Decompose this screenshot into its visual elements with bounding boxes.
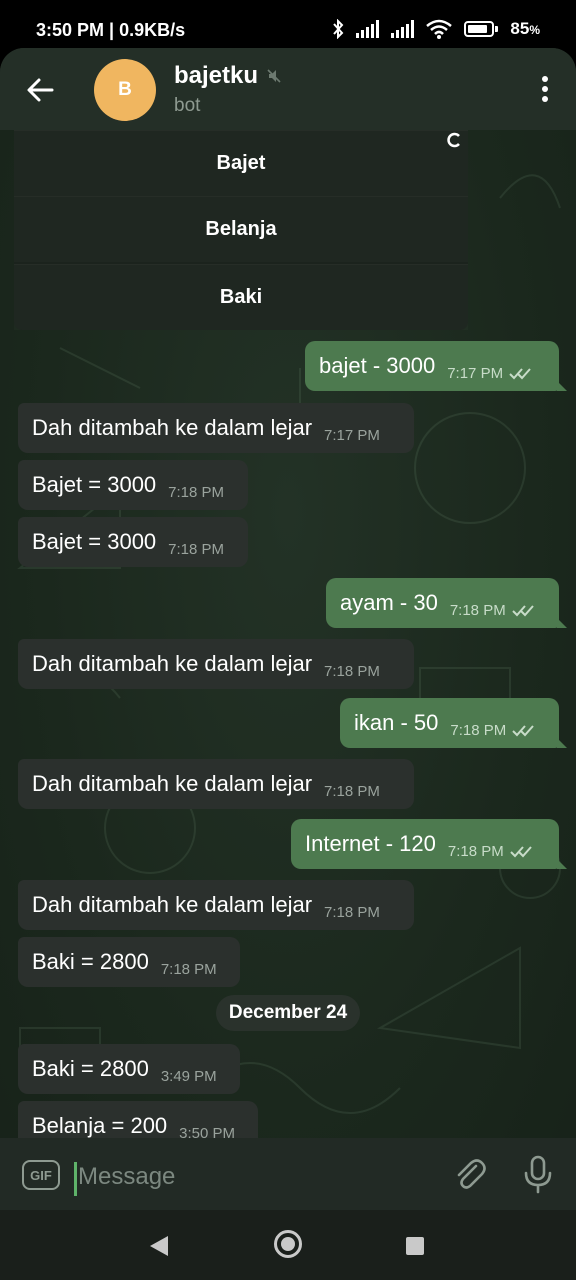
battery-level: 85% — [510, 19, 540, 38]
keyboard-button-bajet[interactable]: Bajet — [14, 130, 468, 196]
status-time: 3:50 PM | 0.9KB/s — [36, 20, 186, 40]
avatar[interactable]: B — [94, 59, 156, 121]
date-separator: December 24 — [216, 995, 360, 1031]
message-bubble-incoming[interactable]: Dah ditambah ke dalam lejar 7:18 PM — [18, 880, 414, 930]
chat-title: bajetku — [174, 62, 259, 89]
microphone-icon[interactable] — [520, 1154, 556, 1194]
more-options-icon[interactable] — [540, 76, 550, 104]
system-nav-bar — [0, 1210, 576, 1280]
bluetooth-icon — [333, 19, 344, 39]
bot-reply-keyboard: Bajet Belanja Baki — [14, 130, 468, 330]
keyboard-button-baki[interactable]: Baki — [14, 264, 468, 330]
double-check-icon — [509, 368, 531, 380]
message-bubble-incoming[interactable]: Dah ditambah ke dalam lejar 7:18 PM — [18, 639, 414, 689]
message-bubble-incoming[interactable]: Baki = 2800 3:49 PM — [18, 1044, 240, 1094]
cell-signal-icon — [356, 20, 380, 38]
message-bubble-outgoing[interactable]: Internet - 120 7:18 PM — [291, 819, 567, 869]
gif-button[interactable]: GIF — [22, 1160, 60, 1190]
message-bubble-incoming[interactable]: Bajet = 3000 7:18 PM — [18, 517, 248, 567]
chat-subtitle: bot — [174, 95, 201, 116]
nav-recents-icon[interactable] — [406, 1237, 424, 1255]
message-bubble-incoming[interactable]: Bajet = 3000 7:18 PM — [18, 460, 248, 510]
keyboard-button-belanja[interactable]: Belanja — [14, 196, 468, 262]
status-icons: 85% — [332, 19, 540, 39]
message-bubble-outgoing[interactable]: ayam - 30 7:18 PM — [326, 578, 567, 628]
cell-signal-2-icon — [391, 20, 415, 38]
chat-title-row[interactable]: bajetku — [174, 62, 282, 90]
wifi-icon — [426, 19, 453, 39]
message-bubble-incoming[interactable]: Dah ditambah ke dalam lejar 7:18 PM — [18, 759, 414, 809]
message-input[interactable] — [78, 1156, 438, 1198]
chat-screen: B bajetku bot Bajet Belanja Baki bajet -… — [0, 48, 576, 1210]
message-bubble-incoming[interactable]: Baki = 2800 7:18 PM — [18, 937, 240, 987]
chat-header: B bajetku bot — [0, 48, 576, 130]
back-arrow-icon[interactable] — [22, 72, 58, 108]
double-check-icon — [512, 725, 535, 737]
nav-home-icon[interactable] — [274, 1230, 302, 1258]
loading-spinner-icon — [447, 132, 460, 148]
double-check-icon — [511, 605, 534, 617]
double-check-icon — [510, 846, 532, 858]
text-cursor — [74, 1162, 77, 1196]
message-bubble-incoming[interactable]: Dah ditambah ke dalam lejar 7:17 PM — [18, 403, 414, 453]
message-input-bar: GIF — [0, 1138, 576, 1210]
nav-back-icon[interactable] — [150, 1236, 168, 1256]
muted-icon — [267, 69, 281, 83]
battery-icon — [464, 21, 499, 37]
attach-icon[interactable] — [452, 1156, 488, 1194]
message-bubble-outgoing[interactable]: ikan - 50 7:18 PM — [340, 698, 567, 748]
message-bubble-outgoing[interactable]: bajet - 3000 7:17 PM — [305, 341, 567, 391]
